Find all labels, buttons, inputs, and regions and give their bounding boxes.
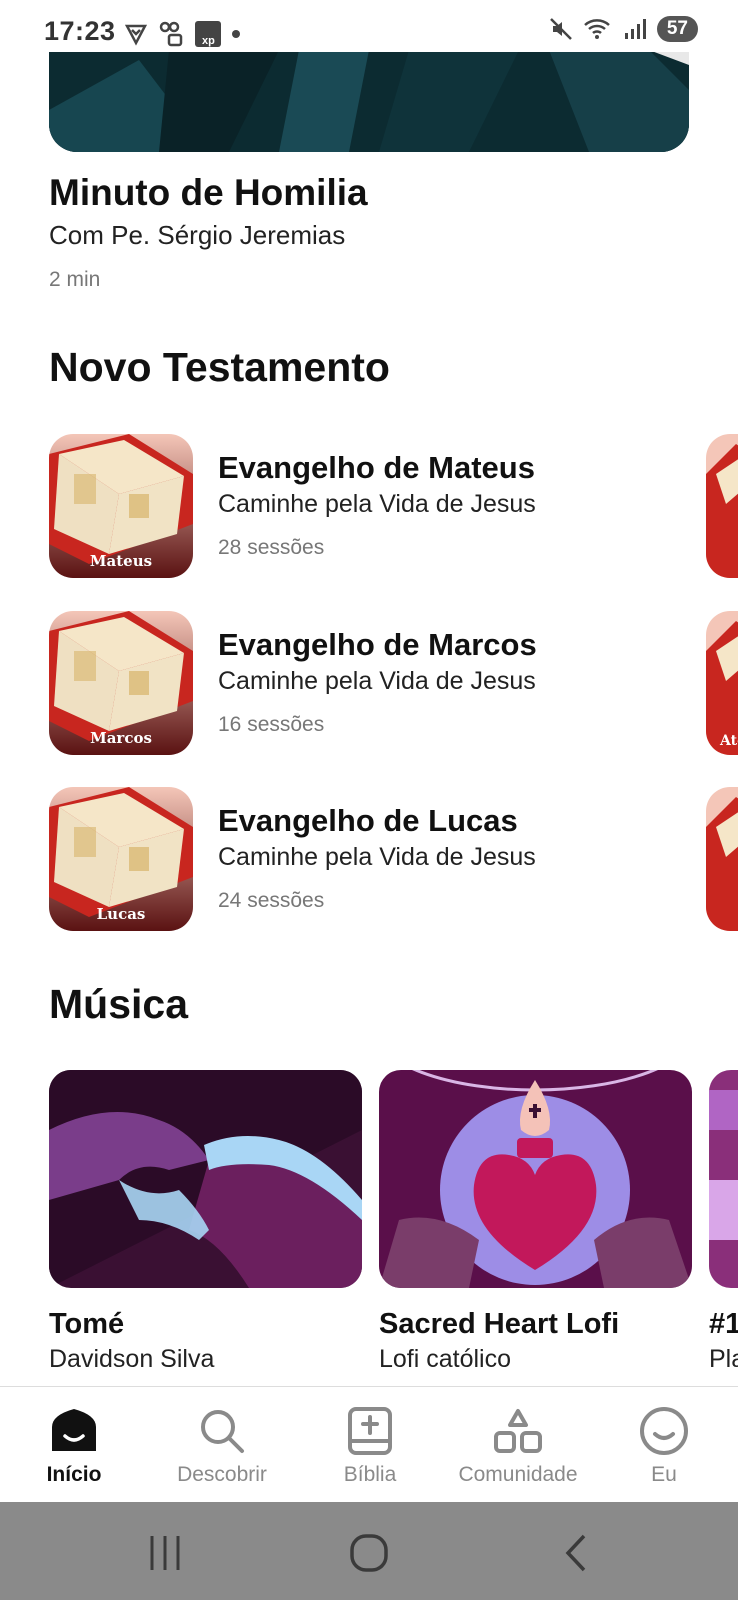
thumb-label: Marcos: [90, 729, 152, 747]
item-title: Evangelho de Marcos: [218, 627, 537, 662]
list-item[interactable]: Lucas Evangelho de Lucas Caminhe pela Vi…: [49, 787, 738, 931]
thumb-label: Mateus: [89, 552, 153, 570]
home-smile-icon: [52, 1409, 96, 1451]
tab-comunidade[interactable]: Comunidade: [444, 1405, 592, 1487]
svg-text:xp: xp: [202, 35, 215, 47]
section-title-musica: Música: [49, 981, 188, 1027]
item-subtitle: Caminhe pela Vida de Jesus: [218, 843, 536, 871]
music-title[interactable]: Sacred Heart Lofi: [379, 1308, 619, 1341]
next-book-image: [706, 787, 738, 931]
voicemail-lock-icon: [159, 21, 183, 47]
music-card-cover[interactable]: [49, 1070, 362, 1288]
status-right-icons: 57: [549, 16, 698, 42]
music-card-cover[interactable]: [379, 1070, 692, 1288]
item-sessions: 16 sessões: [218, 713, 325, 736]
battery-icon: 57: [656, 16, 698, 42]
next-column-thumbnail[interactable]: [706, 787, 738, 931]
next-book-image: [706, 434, 738, 578]
profile-smile-icon: [640, 1407, 688, 1455]
list-item[interactable]: Mateus Evangelho de Mateus Caminhe pela …: [49, 434, 738, 578]
featured-artwork: [49, 50, 689, 152]
tab-eu[interactable]: Eu: [590, 1405, 738, 1487]
music-card-cover[interactable]: [709, 1070, 738, 1288]
book-thumbnail: Mateus: [49, 434, 193, 578]
section-title-novo-testamento: Novo Testamento: [49, 344, 390, 390]
music-artist: Lofi católico: [379, 1345, 512, 1373]
community-shapes-icon: [494, 1409, 542, 1453]
book-thumbnail: Marcos: [49, 611, 193, 755]
next-thumb-label: Atc: [719, 733, 738, 749]
music-artist: Pla: [709, 1345, 738, 1373]
notification-dot-icon: [232, 30, 240, 38]
list-item[interactable]: Marcos Evangelho de Marcos Caminhe pela …: [49, 611, 738, 755]
thumb-label: Lucas: [96, 905, 146, 923]
tab-label: Eu: [651, 1463, 677, 1486]
item-sessions: 24 sessões: [218, 889, 325, 912]
music-title[interactable]: #1: [709, 1308, 738, 1341]
item-title: Evangelho de Mateus: [218, 450, 535, 485]
search-icon: [201, 1410, 244, 1453]
music-title[interactable]: Tomé: [49, 1308, 124, 1341]
featured-duration: 2 min: [49, 268, 101, 291]
item-sessions: 28 sessões: [218, 536, 325, 559]
bottom-tab-bar: Início Descobrir Bíblia Comunidade Eu: [0, 1386, 738, 1502]
signal-icon: [624, 19, 646, 39]
hands-artwork: [49, 1070, 362, 1288]
featured-title[interactable]: Minuto de Homilia: [49, 172, 368, 214]
item-subtitle: Caminhe pela Vida de Jesus: [218, 667, 536, 695]
tab-label: Início: [46, 1463, 102, 1486]
back-chevron-icon[interactable]: [552, 1528, 602, 1578]
tab-descobrir[interactable]: Descobrir: [148, 1405, 296, 1487]
xp-app-icon: xp: [195, 21, 221, 47]
system-navigation-bar: [0, 1502, 738, 1600]
sacred-heart-artwork: [379, 1070, 692, 1288]
tab-label: Comunidade: [458, 1463, 578, 1486]
status-bar: 17:23 xp 57: [0, 0, 738, 52]
home-circle-icon[interactable]: [344, 1528, 394, 1578]
tab-label: Bíblia: [343, 1463, 397, 1486]
tab-label: Descobrir: [177, 1463, 267, 1486]
music-artist: Davidson Silva: [49, 1345, 215, 1373]
book-thumbnail: Lucas: [49, 787, 193, 931]
shield-check-icon: [124, 24, 148, 46]
wifi-6-icon: [584, 19, 610, 39]
next-book-image: Atc: [706, 611, 738, 755]
recent-apps-icon[interactable]: [140, 1528, 190, 1578]
status-time: 17:23: [44, 16, 116, 46]
tab-biblia[interactable]: Bíblia: [296, 1405, 444, 1487]
featured-cover-image[interactable]: [49, 50, 689, 152]
item-title: Evangelho de Lucas: [218, 803, 518, 838]
bible-cross-icon: [348, 1407, 392, 1455]
item-subtitle: Caminhe pela Vida de Jesus: [218, 490, 536, 518]
mute-icon: [549, 18, 572, 40]
next-column-thumbnail[interactable]: [706, 434, 738, 578]
tab-inicio[interactable]: Início: [0, 1405, 148, 1487]
next-column-thumbnail[interactable]: Atc: [706, 611, 738, 755]
featured-subtitle: Com Pe. Sérgio Jeremias: [49, 220, 346, 250]
next-music-artwork: [709, 1070, 738, 1288]
status-left-icons: xp: [124, 20, 240, 48]
